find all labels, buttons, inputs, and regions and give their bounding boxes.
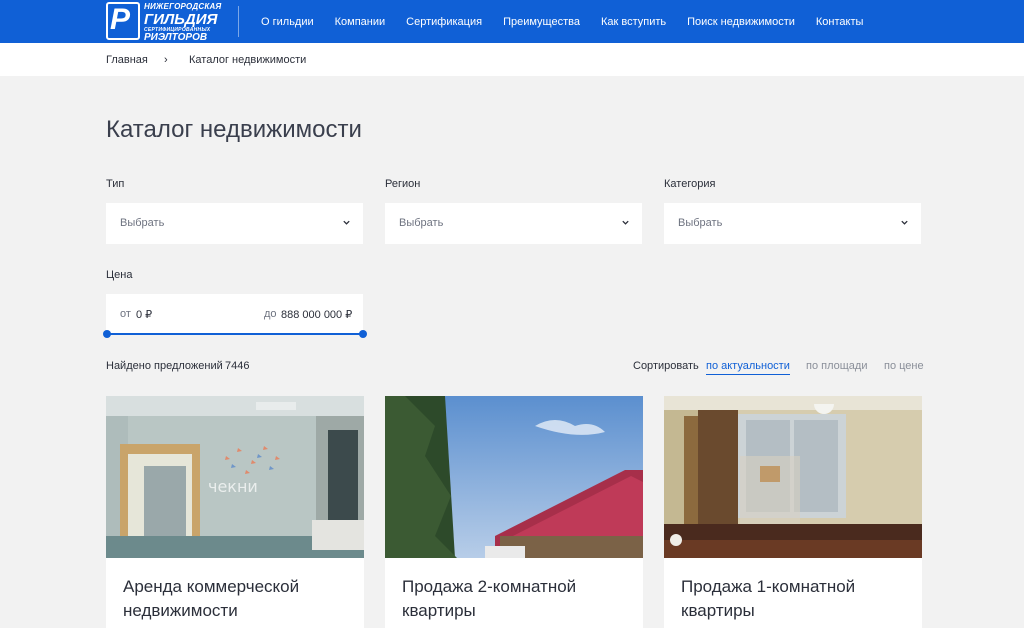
- nav-contacts[interactable]: Контакты: [816, 16, 864, 28]
- sort-label: Сортировать: [633, 360, 699, 372]
- sort-by-relevance[interactable]: по актуальности: [706, 360, 790, 375]
- logo-mark: P: [110, 3, 131, 36]
- chevron-down-icon: [343, 220, 350, 225]
- results-found-label: Найдено предложений: [106, 360, 223, 372]
- logo-line-2: ГИЛЬДИЯ: [144, 11, 218, 28]
- listing-photo: [664, 396, 922, 558]
- main-menu: О гильдии Компании Сертификация Преимуще…: [250, 0, 863, 43]
- listing-title[interactable]: Аренда коммерческой недвижимости: [123, 575, 353, 623]
- chevron-down-icon: [622, 220, 629, 225]
- results-count: 7446: [225, 360, 250, 372]
- guild-logo[interactable]: P НИЖЕГОРОДСКАЯ ГИЛЬДИЯ СЕРТИФИЦИРОВАННЫ…: [106, 2, 238, 43]
- price-from-label: от: [120, 308, 131, 320]
- listing-photo: чекни: [106, 396, 364, 558]
- nav-about[interactable]: О гильдии: [261, 16, 314, 28]
- breadcrumb-home[interactable]: Главная: [106, 54, 148, 66]
- listing-card[interactable]: Продажа 1-комнатной квартиры: [664, 396, 922, 628]
- logo-divider: [238, 6, 239, 37]
- nav-how-to-join[interactable]: Как вступить: [601, 16, 666, 28]
- breadcrumb: Главная › Каталог недвижимости: [0, 43, 1024, 76]
- nav-certification[interactable]: Сертификация: [406, 16, 482, 28]
- nav-companies[interactable]: Компании: [335, 16, 386, 28]
- apartment-room-photo: [664, 396, 922, 558]
- office-room-photo: чекни: [106, 396, 364, 558]
- price-to-input[interactable]: 888 000 000 ₽: [281, 308, 352, 321]
- listing-title[interactable]: Продажа 2-комнатной квартиры: [402, 575, 632, 623]
- logo-wordmark: НИЖЕГОРОДСКАЯ ГИЛЬДИЯ СЕРТИФИЦИРОВАННЫХ …: [144, 3, 221, 43]
- filter-category-select[interactable]: Выбрать: [664, 203, 921, 244]
- filter-region-label: Регион: [385, 178, 421, 190]
- price-range-field[interactable]: от 0 ₽ до 888 000 000 ₽: [106, 294, 363, 334]
- photo-watermark: чекни: [208, 477, 258, 496]
- house-photo: [385, 396, 643, 558]
- listing-card[interactable]: чекни Аренда коммерческой недвижимости: [106, 396, 364, 628]
- breadcrumb-current: Каталог недвижимости: [189, 54, 307, 66]
- breadcrumb-separator: ›: [164, 54, 168, 66]
- listing-card[interactable]: Продажа 2-комнатной квартиры: [385, 396, 643, 628]
- filter-type-label: Тип: [106, 178, 125, 190]
- filter-price-label: Цена: [106, 269, 133, 281]
- filter-region-select[interactable]: Выбрать: [385, 203, 642, 244]
- filter-type-select[interactable]: Выбрать: [106, 203, 363, 244]
- price-slider-min-handle[interactable]: [103, 330, 111, 338]
- filter-region-value: Выбрать: [399, 217, 444, 229]
- nav-property-search[interactable]: Поиск недвижимости: [687, 16, 795, 28]
- listing-title[interactable]: Продажа 1-комнатной квартиры: [681, 575, 911, 623]
- filter-category-label: Категория: [664, 178, 716, 190]
- page-title: Каталог недвижимости: [106, 116, 362, 143]
- price-slider-track[interactable]: [106, 333, 363, 335]
- top-navigation-bar: P НИЖЕГОРОДСКАЯ ГИЛЬДИЯ СЕРТИФИЦИРОВАННЫ…: [0, 0, 1024, 43]
- chevron-down-icon: [901, 220, 908, 225]
- logo-line-1: НИЖЕГОРОДСКАЯ: [144, 2, 222, 11]
- price-from-input[interactable]: 0 ₽: [136, 308, 152, 321]
- nav-advantages[interactable]: Преимущества: [503, 16, 580, 28]
- filter-category-value: Выбрать: [678, 217, 723, 229]
- logo-line-4: РИЭЛТОРОВ: [144, 32, 208, 43]
- listing-photo: [385, 396, 643, 558]
- price-slider-max-handle[interactable]: [359, 330, 367, 338]
- filter-type-value: Выбрать: [120, 217, 165, 229]
- sort-by-area[interactable]: по площади: [806, 360, 867, 372]
- price-to-label: до: [264, 308, 277, 320]
- sort-by-price[interactable]: по цене: [884, 360, 924, 372]
